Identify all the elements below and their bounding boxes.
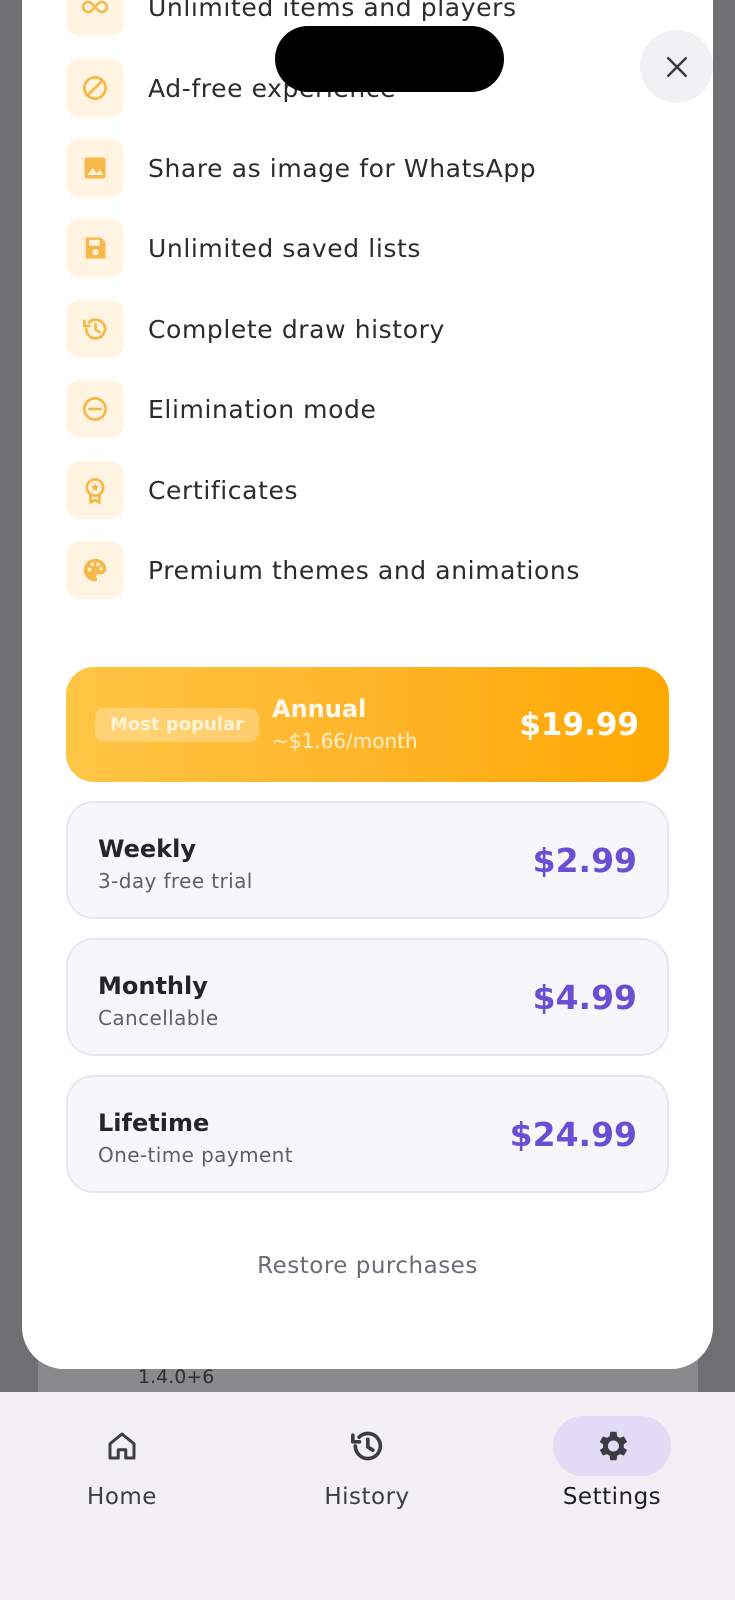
feature-item: Unlimited saved lists [66, 219, 686, 277]
feature-item: Premium themes and animations [66, 541, 686, 599]
feature-item: Certificates [66, 461, 686, 519]
plan-title: Monthly [98, 972, 208, 1000]
plan-title: Annual [272, 695, 367, 723]
nav-history[interactable]: History [277, 1416, 457, 1516]
feature-item: Complete draw history [66, 300, 686, 358]
app-version-label: 1.4.0+6 [138, 1366, 215, 1388]
feature-label: Share as image for WhatsApp [148, 153, 537, 183]
feature-label: Unlimited items and players [148, 0, 517, 22]
camera-cutout [275, 26, 504, 92]
plan-annual-option[interactable]: Most popular Annual ~$1.66/month $19.99 [66, 667, 669, 782]
feature-item: Elimination mode [66, 380, 686, 438]
plan-price: $2.99 [532, 841, 637, 880]
feature-label: Certificates [148, 475, 299, 505]
plan-weekly-option[interactable]: Weekly 3-day free trial $2.99 [66, 801, 669, 919]
plan-subtitle: One-time payment [98, 1143, 293, 1167]
restore-purchases-link[interactable]: Restore purchases [22, 1253, 713, 1279]
history-icon [66, 300, 124, 358]
plan-price: $4.99 [532, 978, 637, 1017]
nav-history-label: History [324, 1484, 410, 1510]
nav-settings-label: Settings [562, 1484, 662, 1510]
plan-lifetime-option[interactable]: Lifetime One-time payment $24.99 [66, 1075, 669, 1193]
gear-icon [553, 1416, 671, 1476]
feature-label: Unlimited saved lists [148, 233, 422, 263]
premium-paywall-sheet: Unlimited items and players Ad-free expe… [22, 0, 713, 1369]
feature-item: Share as image for WhatsApp [66, 139, 686, 197]
infinity-icon [66, 0, 124, 36]
close-button[interactable] [640, 30, 713, 103]
home-icon [63, 1416, 181, 1476]
feature-label: Elimination mode [148, 394, 377, 424]
plan-price: $24.99 [509, 1115, 637, 1154]
palette-icon [66, 541, 124, 599]
feature-label: Complete draw history [148, 314, 445, 344]
plan-subtitle: Cancellable [98, 1006, 219, 1030]
nav-settings[interactable]: Settings [522, 1416, 702, 1516]
nav-home[interactable]: Home [32, 1416, 212, 1516]
certificate-icon [66, 461, 124, 519]
image-icon [66, 139, 124, 197]
most-popular-badge: Most popular [95, 708, 260, 742]
plan-subtitle: ~$1.66/month [272, 729, 418, 753]
save-icon [66, 219, 124, 277]
close-icon [666, 56, 687, 77]
feature-label: Premium themes and animations [148, 555, 580, 585]
plan-title: Weekly [98, 835, 197, 863]
plan-monthly-option[interactable]: Monthly Cancellable $4.99 [66, 938, 669, 1056]
ad-block-icon [66, 59, 124, 117]
minus-circle-icon [66, 380, 124, 438]
plan-subtitle: 3-day free trial [98, 869, 253, 893]
history-icon [308, 1416, 426, 1476]
nav-home-label: Home [87, 1484, 157, 1510]
plan-title: Lifetime [98, 1109, 210, 1137]
plan-price: $19.99 [519, 707, 639, 743]
